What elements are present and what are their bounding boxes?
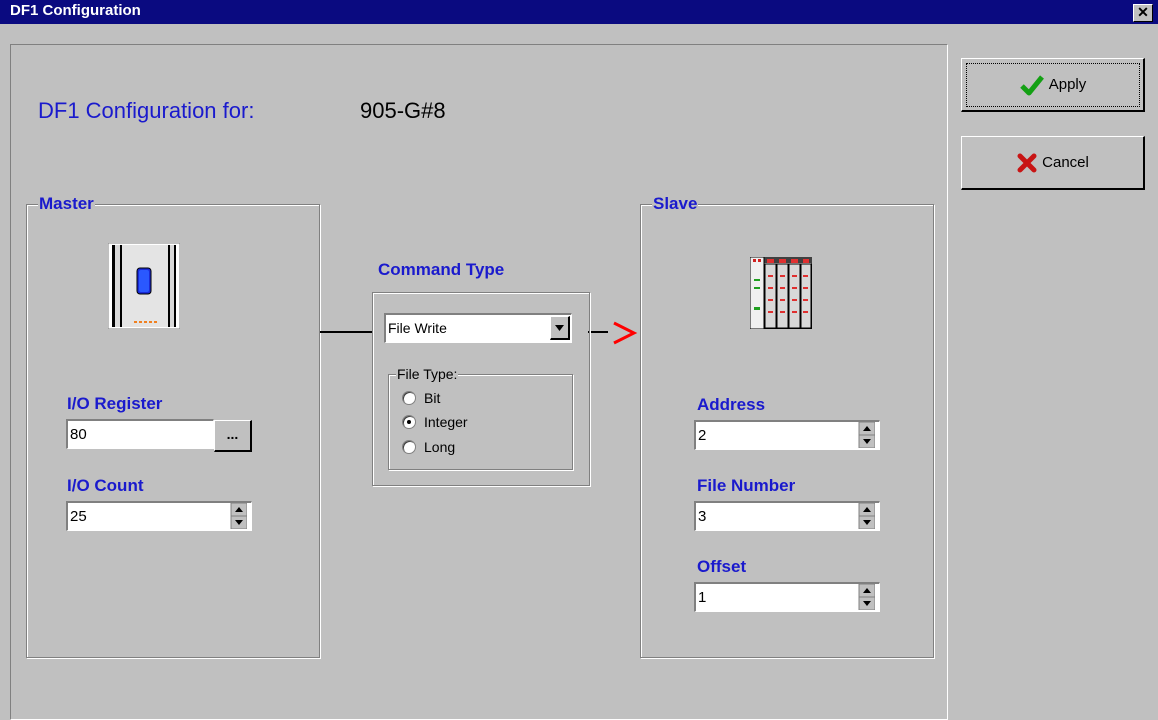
checkmark-icon — [1019, 74, 1044, 95]
address-spinner[interactable] — [858, 422, 875, 448]
file-number-input[interactable]: 3 — [694, 501, 880, 531]
radio-option-integer[interactable]: Integer — [402, 414, 468, 430]
apply-label: Apply — [1048, 76, 1087, 93]
x-icon — [1017, 153, 1037, 172]
title-bar — [0, 0, 1158, 24]
command-type-select[interactable]: File Write — [384, 313, 572, 343]
rack-module-icon — [749, 256, 813, 330]
offset-label: Offset — [697, 557, 747, 576]
chevron-down-icon[interactable] — [550, 316, 570, 340]
address-input[interactable]: 2 — [694, 420, 880, 450]
io-count-label: I/O Count — [67, 476, 144, 495]
master-group-title: Master — [38, 194, 95, 214]
radio-option-long[interactable]: Long — [402, 439, 455, 455]
io-register-browse-button[interactable]: ... — [214, 420, 252, 452]
file-number-spinner[interactable] — [858, 503, 875, 529]
radio-long[interactable] — [402, 440, 416, 454]
slave-connector-line — [588, 331, 608, 333]
radio-integer-label: Integer — [424, 414, 468, 430]
command-type-title: Command Type — [378, 260, 505, 279]
radio-option-bit[interactable]: Bit — [402, 390, 440, 406]
radio-long-label: Long — [424, 439, 456, 455]
right-arrow-icon — [610, 320, 638, 351]
io-count-input[interactable]: 25 — [66, 501, 252, 531]
heading-label: DF1 Configuration for: — [38, 98, 255, 123]
radio-bit-label: Bit — [424, 390, 441, 406]
file-type-legend: File Type: — [396, 366, 459, 382]
offset-input[interactable]: 1 — [694, 582, 880, 612]
file-number-label: File Number — [697, 476, 796, 495]
window-title: DF1 Configuration — [10, 2, 141, 19]
apply-button[interactable]: Apply — [961, 58, 1145, 112]
offset-spinner[interactable] — [858, 584, 875, 610]
heading-device: 905-G#8 — [360, 98, 446, 123]
radio-integer[interactable] — [402, 415, 416, 429]
radio-bit[interactable] — [402, 391, 416, 405]
io-register-label: I/O Register — [67, 394, 163, 413]
cancel-label: Cancel — [1042, 154, 1089, 171]
plc-module-icon — [107, 242, 181, 330]
address-label: Address — [697, 395, 766, 414]
master-connector-line — [320, 331, 374, 333]
io-count-spinner[interactable] — [230, 503, 247, 529]
io-register-input[interactable]: 80 — [66, 419, 214, 449]
slave-group-title: Slave — [652, 194, 699, 214]
close-button[interactable]: ✕ — [1133, 4, 1153, 22]
cancel-button[interactable]: Cancel — [961, 136, 1145, 190]
